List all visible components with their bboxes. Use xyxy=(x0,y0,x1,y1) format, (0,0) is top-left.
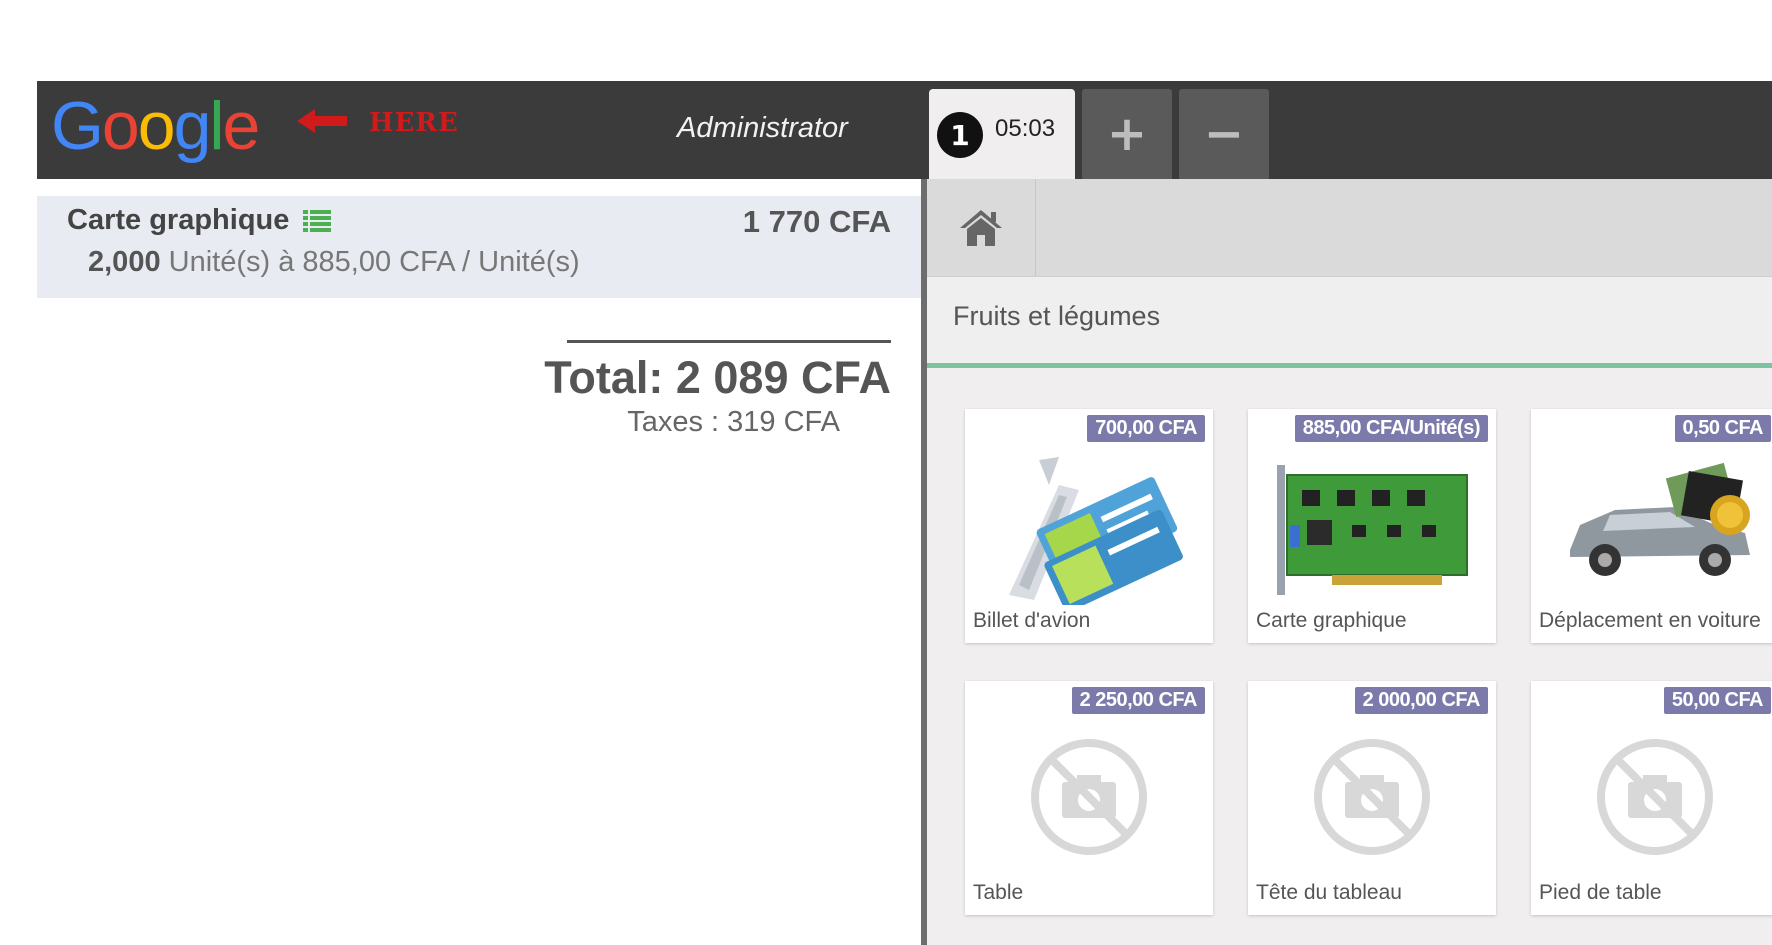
home-button[interactable] xyxy=(927,179,1036,276)
plane-ticket-icon xyxy=(1009,457,1183,605)
graphics-card-icon xyxy=(1277,465,1468,595)
product-card[interactable]: 2 000,00 CFA Tête du tableau xyxy=(1248,681,1496,915)
product-price: 2 250,00 CFA xyxy=(1071,687,1205,714)
top-bar: Google HERE Administrator xyxy=(37,81,1772,179)
order-number-badge: 1 xyxy=(937,112,983,158)
tab-order-1[interactable]: 1 05:03 xyxy=(929,89,1075,179)
order-taxes: Taxes : 319 CFA xyxy=(627,406,840,438)
here-label: HERE xyxy=(369,108,459,138)
breadcrumb xyxy=(927,179,1772,277)
order-line-unit-detail: Unité(s) à 885,00 CFA / Unité(s) xyxy=(168,246,580,278)
product-name: Table xyxy=(973,881,1024,904)
google-logo: Google xyxy=(51,88,260,164)
order-time: 05:03 xyxy=(995,115,1056,142)
product-card[interactable]: 885,00 CFA/Unité(s) Carte graphique xyxy=(1248,409,1496,643)
no-photo-icon xyxy=(1031,739,1147,855)
product-name: Pied de table xyxy=(1539,881,1662,904)
home-icon xyxy=(960,209,1002,246)
left-arrow-icon xyxy=(297,109,347,133)
remove-order-button[interactable]: − xyxy=(1179,89,1269,179)
order-total: Total: 2 089 CFA xyxy=(544,352,891,403)
no-photo-icon xyxy=(1597,739,1713,855)
product-name: Billet d'avion xyxy=(973,609,1091,632)
product-name: Déplacement en voiture xyxy=(1539,609,1761,632)
product-price: 0,50 CFA xyxy=(1674,415,1771,442)
product-card[interactable]: 2 250,00 CFA Table xyxy=(965,681,1213,915)
products-panel: Fruits et légumes 700,00 CFA Billet d'av… xyxy=(927,179,1772,945)
product-price: 2 000,00 CFA xyxy=(1354,687,1488,714)
product-card[interactable]: 50,00 CFA Pied de table xyxy=(1531,681,1772,915)
user-name[interactable]: Administrator xyxy=(677,112,848,145)
order-line[interactable]: Carte graphique 1 770 CFA 2,000 Unité(s)… xyxy=(37,196,921,298)
product-name: Carte graphique xyxy=(1256,609,1407,632)
product-price: 885,00 CFA/Unité(s) xyxy=(1294,415,1488,442)
add-order-button[interactable]: + xyxy=(1082,89,1172,179)
order-line-total: 1 770 CFA xyxy=(742,204,891,239)
category-bar: Fruits et légumes xyxy=(927,277,1772,363)
total-divider xyxy=(567,340,891,343)
product-name: Tête du tableau xyxy=(1256,881,1402,904)
category-button[interactable]: Fruits et légumes xyxy=(953,301,1160,332)
product-price: 50,00 CFA xyxy=(1663,687,1771,714)
car-travel-icon xyxy=(1570,462,1750,576)
product-card[interactable]: 700,00 CFA Billet d'avion xyxy=(965,409,1213,643)
list-icon xyxy=(303,210,332,233)
no-photo-icon xyxy=(1314,739,1430,855)
category-accent-line xyxy=(927,363,1772,368)
order-line-quantity: 2,000 xyxy=(88,246,161,278)
product-price: 700,00 CFA xyxy=(1087,415,1205,442)
order-line-product-name: Carte graphique xyxy=(67,204,290,236)
product-card[interactable]: 0,50 CFA Déplacement en voiture xyxy=(1531,409,1772,643)
